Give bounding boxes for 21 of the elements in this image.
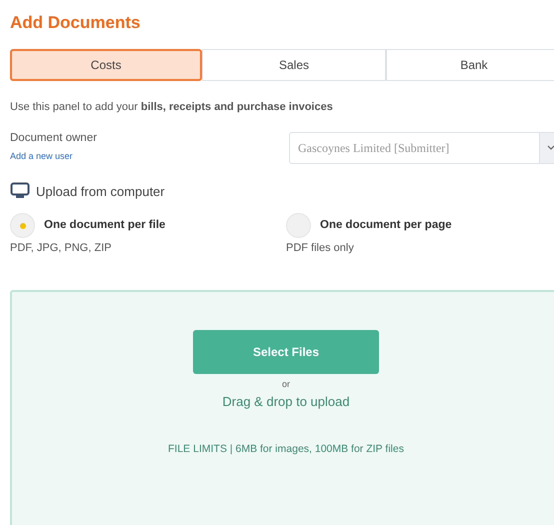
intro-text: Use this panel to add your bills, receipts and purchase invoices	[10, 100, 333, 115]
file-types-note: PDF files only	[286, 241, 354, 256]
drag-drop-text: Drag & drop to upload	[222, 393, 350, 411]
file-types-note: PDF, JPG, PNG, ZIP	[10, 241, 112, 256]
radio-label: One document per page	[320, 218, 452, 233]
page-title: Add Documents	[10, 12, 140, 34]
section-heading: Upload from computer	[36, 182, 165, 201]
dropzone[interactable]: Select Files or Drag & drop to upload FILE LIMITS | 6MB for images, 100MB for ZIP files	[10, 290, 554, 525]
tab[interactable]: Bank	[386, 49, 554, 81]
radio-button[interactable]	[10, 213, 35, 238]
radio-label: One document per file	[44, 218, 166, 233]
field-label: Document owner	[10, 130, 97, 146]
or-text: or	[282, 378, 290, 390]
file-limits-text: FILE LIMITS | 6MB for images, 100MB for ZIP files	[168, 442, 404, 456]
monitor-icon	[10, 182, 30, 200]
tab[interactable]: Sales	[202, 49, 386, 81]
owner-select[interactable]: Gascoynes Limited [Submitter]	[288, 132, 554, 164]
add-user-link[interactable]: Add a new user	[10, 150, 73, 164]
radio-button[interactable]	[286, 213, 311, 238]
chevron-down-icon	[546, 144, 554, 150]
tab[interactable]: Costs	[10, 49, 202, 81]
